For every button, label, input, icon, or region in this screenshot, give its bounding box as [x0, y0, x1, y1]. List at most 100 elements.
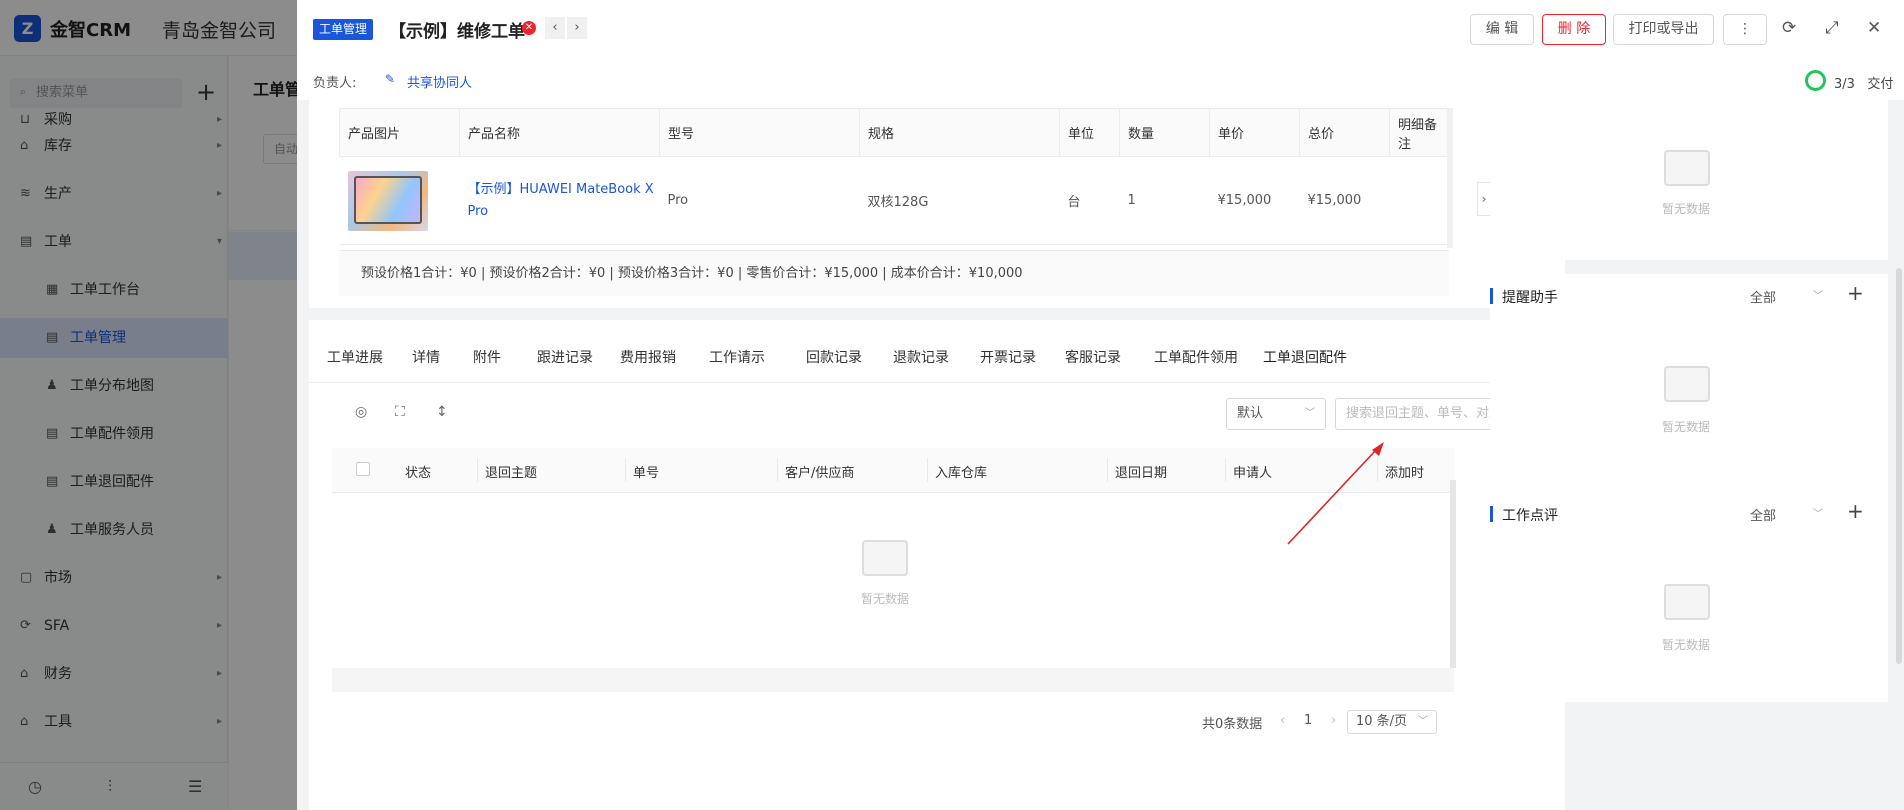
panel-empty-text: 暂无数据 — [1662, 202, 1711, 216]
list-horizontal-scrollbar[interactable] — [332, 668, 1454, 692]
product-column-header: 明细备注 — [1389, 108, 1450, 157]
page-size-value: 10 条/页 — [1356, 714, 1408, 729]
status-close-icon: ✕ — [522, 21, 536, 35]
product-table-scrollbar[interactable] — [1447, 108, 1453, 248]
tab-11[interactable]: 工单退回配件 — [1263, 348, 1347, 368]
product-row: 【示例】HUAWEI MateBook X Pro Pro 双核128G 台 1… — [339, 156, 1450, 245]
refresh-icon[interactable]: ⟳ — [1782, 18, 1796, 38]
work-review-title: 工作点评 — [1502, 508, 1558, 524]
list-column-header[interactable]: 入库仓库 — [935, 462, 987, 481]
list-column-header[interactable]: 退回日期 — [1115, 462, 1167, 481]
detail-drawer: 工单管理 【示例】维修工单 ✕ ‹ › 编 辑 删 除 打印或导出 ⋮ ⟳ ⤢ … — [297, 0, 1904, 810]
add-reminder-button[interactable]: + — [1847, 281, 1864, 305]
tab-3[interactable]: 跟进记录 — [537, 348, 593, 368]
list-column-header[interactable]: 添加时 — [1385, 462, 1424, 481]
tab-5[interactable]: 工作请示 — [709, 348, 765, 368]
chevron-down-icon: ﹀ — [1305, 408, 1315, 419]
work-review-filter[interactable]: 全部 — [1750, 505, 1776, 524]
product-model: Pro — [659, 156, 860, 245]
product-image[interactable] — [347, 170, 428, 231]
tab-8[interactable]: 开票记录 — [980, 348, 1036, 368]
tab-6[interactable]: 回款记录 — [806, 348, 862, 368]
panel-accent — [1490, 288, 1493, 304]
share-collaborators-link[interactable]: 共享协同人 — [407, 72, 472, 91]
column-settings-icon[interactable]: ◎ — [355, 404, 367, 420]
column-separator[interactable] — [777, 458, 778, 482]
edit-pen-icon: ✎ — [385, 72, 396, 86]
view-filter-value: 默认 — [1237, 406, 1264, 421]
tab-divider — [309, 382, 1565, 383]
print-export-button[interactable]: 打印或导出 — [1613, 14, 1714, 45]
product-column-header: 总价 — [1299, 108, 1390, 157]
product-column-header: 单位 — [1059, 108, 1120, 157]
list-column-header[interactable]: 退回主题 — [485, 462, 537, 481]
tab-7[interactable]: 退款记录 — [893, 348, 949, 368]
product-column-header: 产品图片 — [339, 108, 460, 157]
list-empty-text: 暂无数据 — [861, 592, 910, 606]
delete-button[interactable]: 删 除 — [1542, 14, 1606, 45]
progress-ring-icon — [1805, 70, 1826, 91]
list-column-header[interactable]: 客户/供应商 — [785, 462, 854, 481]
tab-9[interactable]: 客服记录 — [1065, 348, 1121, 368]
row-height-icon[interactable]: ↕ — [436, 404, 448, 420]
column-separator[interactable] — [625, 458, 626, 482]
prev-page-icon[interactable]: ‹ — [1280, 713, 1285, 728]
tab-10[interactable]: 工单配件领用 — [1154, 348, 1238, 368]
next-page-icon[interactable]: › — [1331, 713, 1336, 728]
column-separator[interactable] — [1107, 458, 1108, 482]
product-unit: 台 — [1059, 156, 1120, 245]
product-total: ¥15,000 — [1299, 156, 1390, 245]
page-number[interactable]: 1 — [1304, 713, 1312, 728]
list-column-header[interactable]: 单号 — [633, 462, 659, 481]
product-column-header: 规格 — [859, 108, 1060, 157]
chevron-down-icon: ﹀ — [1418, 716, 1428, 727]
column-separator[interactable] — [927, 458, 928, 482]
prev-record-button[interactable]: ‹ — [545, 17, 565, 39]
view-filter-select[interactable]: 默认 ﹀ — [1226, 398, 1326, 430]
product-qty: 1 — [1119, 156, 1210, 245]
fullscreen-icon[interactable]: ⤢ — [1825, 18, 1839, 38]
column-separator[interactable] — [1225, 458, 1226, 482]
column-separator[interactable] — [477, 458, 478, 482]
close-icon[interactable]: ✕ — [1867, 18, 1881, 38]
tab-2[interactable]: 附件 — [473, 348, 501, 368]
next-record-button[interactable]: › — [567, 17, 587, 39]
chevron-down-icon[interactable]: ﹀ — [1813, 505, 1823, 520]
panel-empty-text: 暂无数据 — [1662, 638, 1711, 652]
edit-button[interactable]: 编 辑 — [1470, 14, 1534, 45]
progress-count: 3/3 — [1834, 77, 1855, 92]
product-column-header: 型号 — [659, 108, 860, 157]
product-column-header: 单价 — [1209, 108, 1300, 157]
tab-0[interactable]: 工单进展 — [327, 348, 383, 368]
add-review-button[interactable]: + — [1847, 499, 1864, 523]
list-column-header[interactable]: 状态 — [405, 462, 431, 481]
product-spec: 双核128G — [859, 156, 1060, 245]
reminder-panel: 提醒助手 全部 ﹀ + 暂无数据 — [1490, 274, 1888, 510]
panel-accent — [1490, 506, 1493, 522]
chevron-down-icon[interactable]: ﹀ — [1813, 287, 1823, 302]
module-tag: 工单管理 — [313, 19, 373, 40]
list-column-header[interactable]: 申请人 — [1233, 462, 1272, 481]
tab-4[interactable]: 费用报销 — [620, 348, 676, 368]
product-column-header: 数量 — [1119, 108, 1210, 157]
product-name-link[interactable]: 【示例】HUAWEI MateBook X Pro — [468, 182, 654, 219]
expand-icon[interactable]: ⛶ — [395, 404, 405, 420]
drawer-scrollbar[interactable] — [1896, 268, 1902, 664]
stage-label: 交付 — [1867, 77, 1894, 92]
product-table: 产品图片 产品名称 型号 规格 单位 数量 单价 总价 明细备注 【示例】HUAWEI Mate… — [339, 108, 1450, 245]
collapse-panel-button[interactable]: › — [1477, 182, 1491, 216]
more-button[interactable]: ⋮ — [1723, 14, 1767, 45]
tab-1[interactable]: 详情 — [412, 348, 440, 368]
owner-label: 负责人: — [313, 76, 357, 91]
product-column-header: 产品名称 — [459, 108, 660, 157]
page-size-select[interactable]: 10 条/页 ﹀ — [1347, 710, 1437, 734]
annotation-arrow — [1287, 442, 1384, 545]
product-note — [1389, 156, 1450, 245]
total-count: 共0条数据 — [1202, 717, 1263, 732]
reminder-title: 提醒助手 — [1502, 290, 1558, 306]
drawer-header: 工单管理 【示例】维修工单 ✕ ‹ › 编 辑 删 除 打印或导出 ⋮ ⟳ ⤢ … — [297, 0, 1904, 100]
reminder-filter[interactable]: 全部 — [1750, 287, 1776, 306]
list-vertical-scrollbar[interactable] — [1450, 480, 1456, 668]
select-all-checkbox[interactable] — [356, 462, 370, 476]
related-card — [309, 320, 1565, 810]
